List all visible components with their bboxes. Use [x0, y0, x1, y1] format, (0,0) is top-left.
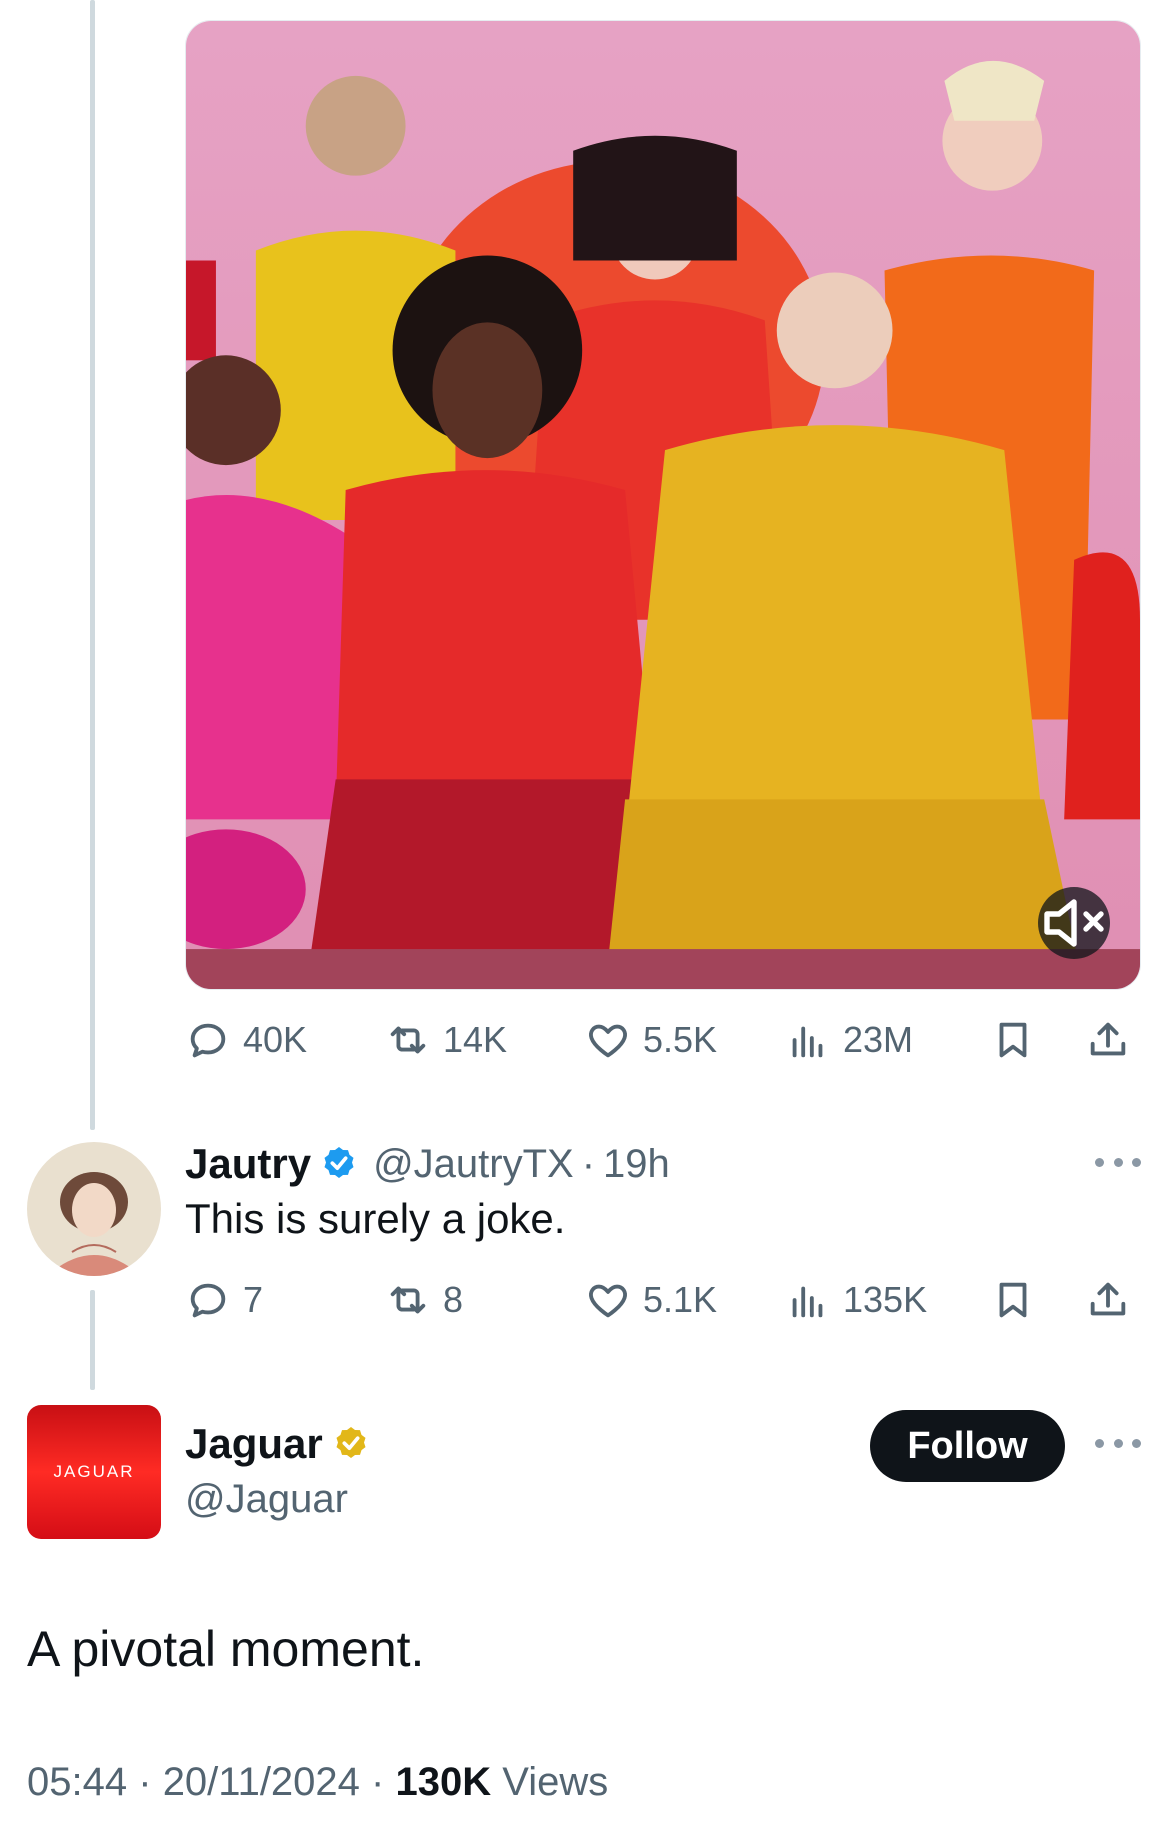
logo-text: JAGUAR: [54, 1462, 135, 1481]
share-icon: [1090, 1282, 1126, 1316]
bookmark-icon: [999, 1022, 1027, 1058]
repost-icon: [390, 1026, 426, 1054]
display-name[interactable]: Jautry: [185, 1140, 311, 1188]
post-action-bar: 40K 14K 5.5K 23M: [185, 1010, 1145, 1070]
reply-action-bar: 7 8 5.1K 135K: [185, 1270, 1145, 1330]
views-button[interactable]: 135K: [785, 1270, 927, 1330]
analytics-icon: [792, 1286, 823, 1318]
reply-text: This is surely a joke.: [185, 1195, 566, 1242]
handle[interactable]: @JautryTX: [373, 1142, 574, 1187]
repost-count: 8: [443, 1279, 464, 1320]
verified-gold-badge-icon: [336, 1427, 366, 1458]
reply-button[interactable]: 40K: [185, 1010, 307, 1070]
more-dot: [1132, 1438, 1141, 1448]
like-button[interactable]: 5.5K: [585, 1010, 717, 1070]
avatar-jaguar[interactable]: JAGUAR: [27, 1405, 161, 1539]
avatar-jautry[interactable]: [27, 1142, 161, 1276]
reply-count: 40K: [243, 1019, 308, 1060]
share-button[interactable]: [1085, 1270, 1131, 1330]
bookmark-button[interactable]: [990, 1270, 1036, 1330]
share-icon: [1090, 1022, 1126, 1056]
more-options-button[interactable]: [1095, 1152, 1141, 1172]
views-count: 130K: [395, 1760, 492, 1804]
timestamp[interactable]: 19h: [603, 1142, 670, 1187]
views-count: 135K: [843, 1279, 928, 1320]
repost-button[interactable]: 14K: [385, 1010, 507, 1070]
bookmark-icon: [999, 1282, 1027, 1318]
thread-line: [90, 0, 95, 1130]
views-label: Views: [502, 1760, 609, 1804]
like-count: 5.1K: [643, 1279, 718, 1320]
post-date[interactable]: 20/11/2024: [163, 1760, 360, 1804]
jaguar-logo: JAGUAR: [27, 1405, 161, 1539]
more-options-button[interactable]: [1095, 1433, 1141, 1453]
separator: ·: [581, 1141, 596, 1186]
post-time[interactable]: 05:44: [27, 1760, 127, 1804]
display-name[interactable]: Jaguar: [185, 1420, 323, 1468]
reply-icon: [190, 1283, 226, 1318]
reply-icon: [190, 1023, 226, 1058]
post-meta: 05:44 · 20/11/2024 · 130K Views: [27, 1760, 608, 1805]
repost-icon: [390, 1286, 426, 1314]
post-handle-row: @Jaguar: [185, 1474, 348, 1524]
reply-button[interactable]: 7: [185, 1270, 263, 1330]
like-count: 5.5K: [643, 1019, 718, 1060]
reply-header: Jautry @JautryTX · 19h: [185, 1138, 670, 1190]
more-dot: [1095, 1438, 1104, 1448]
speaker-muted-icon: [1044, 899, 1104, 947]
post-header: Jaguar: [185, 1418, 371, 1470]
bookmark-button[interactable]: [990, 1010, 1036, 1070]
post-text: A pivotal moment.: [27, 1621, 425, 1677]
reply-count: 7: [243, 1279, 264, 1320]
verified-badge-icon: [324, 1147, 354, 1178]
separator: ·: [138, 1760, 152, 1804]
repost-count: 14K: [443, 1019, 508, 1060]
views-count: 23M: [843, 1019, 914, 1060]
video-frame-image: [186, 21, 1140, 989]
more-dot: [1113, 1157, 1123, 1167]
more-dot: [1132, 1157, 1141, 1167]
separator: ·: [371, 1760, 385, 1804]
mute-toggle-button[interactable]: [1038, 887, 1110, 959]
avatar-image: [27, 1142, 161, 1276]
share-button[interactable]: [1085, 1010, 1131, 1070]
repost-button[interactable]: 8: [385, 1270, 463, 1330]
more-dot: [1113, 1438, 1123, 1448]
analytics-icon: [792, 1026, 823, 1058]
handle[interactable]: @Jaguar: [185, 1477, 348, 1522]
heart-icon: [589, 1284, 627, 1318]
follow-button[interactable]: Follow: [870, 1410, 1065, 1482]
heart-icon: [589, 1024, 627, 1058]
thread-line: [90, 1290, 95, 1390]
post-video[interactable]: [185, 20, 1141, 990]
like-button[interactable]: 5.1K: [585, 1270, 717, 1330]
views-button[interactable]: 23M: [785, 1010, 913, 1070]
more-dot: [1095, 1157, 1104, 1167]
